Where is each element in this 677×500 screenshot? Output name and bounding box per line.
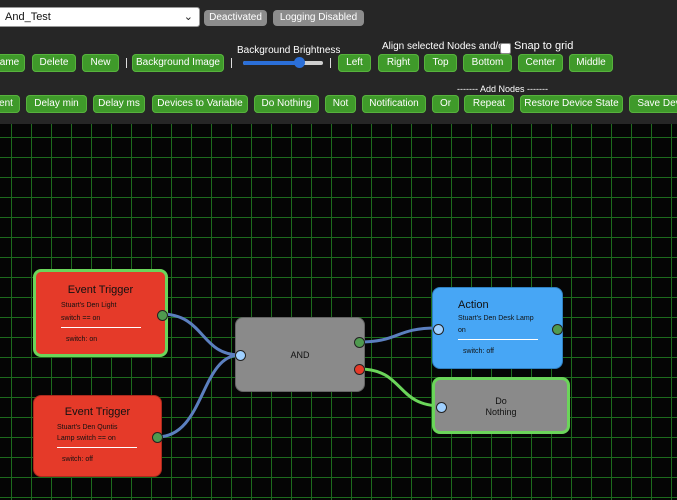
brightness-slider-fill [243, 61, 299, 65]
add-node-event-button[interactable]: ent [0, 95, 20, 113]
node-device: Stuart's Den Light [61, 302, 117, 309]
align-right-button[interactable]: Right [378, 54, 419, 72]
event-trigger-node-2[interactable]: Event Trigger Stuart's Den Quntis Lamp s… [33, 395, 163, 477]
add-node-delay-min-button[interactable]: Delay min [26, 95, 87, 113]
rule-select-value: And_Test [5, 11, 51, 23]
node-divider [57, 447, 137, 448]
snap-to-grid-label: Snap to grid [514, 40, 574, 52]
snap-to-grid-checkbox[interactable] [500, 43, 511, 54]
output-port[interactable] [552, 324, 563, 335]
brightness-slider-thumb[interactable] [294, 57, 305, 68]
input-port[interactable] [235, 350, 246, 361]
separator [126, 58, 127, 68]
background-image-button[interactable]: Background Image [132, 54, 224, 72]
input-port[interactable] [436, 402, 447, 413]
align-top-button[interactable]: Top [424, 54, 457, 72]
output-port[interactable] [157, 310, 168, 321]
output-port[interactable] [152, 432, 163, 443]
add-node-save-device-button[interactable]: Save Dev [629, 95, 677, 113]
deactivated-button[interactable]: Deactivated [204, 10, 267, 26]
node-condition: switch == on [61, 315, 101, 322]
align-center-button[interactable]: Center [518, 54, 563, 72]
add-node-notification-button[interactable]: Notification [362, 95, 426, 113]
add-node-not-button[interactable]: Not [325, 95, 356, 113]
node-device: Stuart's Den Desk Lamp [458, 315, 534, 322]
event-trigger-node-1[interactable]: Event Trigger Stuart's Den Light switch … [33, 269, 168, 357]
add-node-restore-device-state-button[interactable]: Restore Device State [520, 95, 623, 113]
align-left-button[interactable]: Left [338, 54, 371, 72]
node-title-line1: Do [495, 396, 507, 406]
node-title: AND [290, 350, 310, 360]
and-node[interactable]: AND [235, 317, 365, 392]
node-title: Event Trigger [67, 284, 134, 296]
node-title: Action [458, 299, 489, 311]
add-node-repeat-button[interactable]: Repeat [464, 95, 514, 113]
node-state: switch: off [62, 456, 93, 463]
brightness-slider[interactable] [243, 57, 323, 68]
false-output-port[interactable] [354, 364, 365, 375]
add-nodes-label: ------- Add Nodes ------- [457, 84, 548, 94]
node-condition: Lamp switch == on [57, 435, 116, 442]
add-node-devices-to-variable-button[interactable]: Devices to Variable [152, 95, 248, 113]
do-nothing-node[interactable]: Do Nothing [432, 377, 570, 434]
node-divider [458, 339, 538, 340]
align-label: Align selected Nodes and/or [382, 41, 508, 52]
node-state: switch: off [463, 348, 494, 355]
toolbar: And_Test ⌄ Deactivated Logging Disabled … [0, 0, 677, 124]
align-bottom-button[interactable]: Bottom [463, 54, 512, 72]
rule-select[interactable]: And_Test ⌄ [0, 7, 200, 27]
add-node-delay-ms-button[interactable]: Delay ms [93, 95, 145, 113]
add-node-do-nothing-button[interactable]: Do Nothing [254, 95, 319, 113]
separator [231, 58, 232, 68]
node-command: on [458, 327, 466, 334]
true-output-port[interactable] [354, 337, 365, 348]
align-middle-button[interactable]: Middle [569, 54, 613, 72]
brightness-label: Background Brightness [237, 45, 341, 56]
action-node[interactable]: Action Stuart's Den Desk Lamp on switch:… [432, 287, 563, 369]
add-node-or-button[interactable]: Or [432, 95, 459, 113]
separator [330, 58, 331, 68]
node-divider [61, 327, 141, 328]
node-state: switch: on [66, 336, 98, 343]
chevron-down-icon: ⌄ [183, 11, 193, 23]
rename-button[interactable]: ame [0, 54, 25, 72]
node-title-line2: Nothing [485, 407, 517, 417]
node-device: Stuart's Den Quntis [57, 424, 118, 431]
delete-button[interactable]: Delete [32, 54, 76, 72]
input-port[interactable] [433, 324, 444, 335]
node-title: Event Trigger [64, 406, 131, 418]
new-button[interactable]: New [82, 54, 119, 72]
logging-button[interactable]: Logging Disabled [273, 10, 364, 26]
